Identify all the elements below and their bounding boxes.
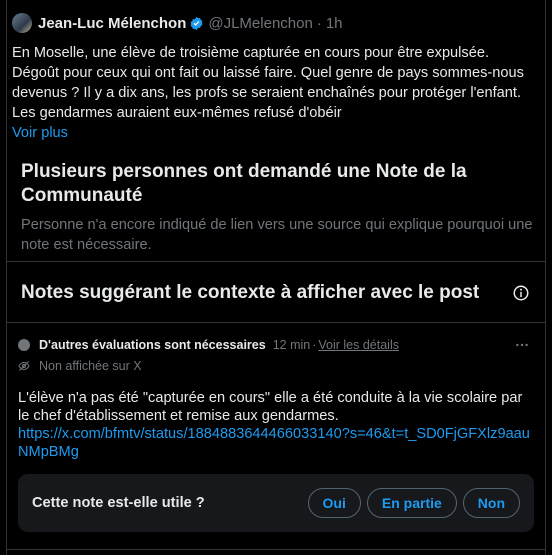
community-note: D'autres évaluations sont nécessaires 12…	[18, 336, 536, 461]
section-divider	[6, 261, 546, 262]
note-meta: D'autres évaluations sont nécessaires 12…	[18, 336, 536, 354]
tweet-header: Jean-Luc Mélenchon @JLMelenchon · 1h	[12, 10, 532, 36]
author-name[interactable]: Jean-Luc Mélenchon	[38, 15, 186, 32]
note-visibility-text: Non affichée sur X	[39, 359, 142, 373]
section-divider	[6, 322, 546, 323]
note-request-title: Plusieurs personnes ont demandé une Note…	[21, 161, 467, 206]
verified-badge-icon	[189, 16, 204, 31]
tweet[interactable]: Jean-Luc Mélenchon @JLMelenchon · 1h En …	[12, 10, 532, 143]
note-source-link[interactable]: https://x.com/bfmtv/status/1884883644466…	[18, 425, 536, 461]
separator-dot: ·	[316, 14, 322, 32]
rating-question: Cette note est-elle utile ?	[32, 495, 205, 511]
note-status: D'autres évaluations sont nécessaires	[39, 338, 266, 352]
info-icon[interactable]	[511, 283, 531, 303]
more-options-icon[interactable]	[514, 337, 530, 353]
rating-no-button[interactable]: Non	[462, 488, 520, 518]
rating-yes-button[interactable]: Oui	[307, 488, 361, 518]
status-indicator	[18, 339, 30, 351]
read-more-link[interactable]: Voir plus	[12, 123, 68, 143]
note-details-link[interactable]: Voir les détails	[318, 338, 399, 352]
separator-dot: ·	[312, 338, 317, 352]
note-request-description: Personne n'a encore indiqué de lien vers…	[21, 217, 533, 253]
note-visibility: Non affichée sur X	[18, 357, 536, 375]
notes-section-header: Notes suggérant le contexte à afficher a…	[21, 280, 531, 306]
tweet-time[interactable]: 1h	[326, 15, 343, 32]
avatar[interactable]	[12, 13, 32, 33]
note-request-section: Plusieurs personnes ont demandé une Note…	[21, 160, 536, 255]
notes-section-title: Notes suggérant le contexte à afficher a…	[21, 282, 480, 303]
rating-partial-button[interactable]: En partie	[366, 488, 457, 518]
note-rating-box: Cette note est-elle utile ? Oui En parti…	[18, 474, 534, 532]
note-text: L'élève n'a pas été "capturée en cours" …	[18, 390, 523, 424]
note-time: 12 min	[272, 338, 311, 352]
author-handle[interactable]: @JLMelenchon	[208, 15, 312, 32]
eye-off-icon	[18, 360, 30, 372]
tweet-text: En Moselle, une élève de troisième captu…	[12, 45, 524, 121]
section-divider	[6, 549, 546, 550]
